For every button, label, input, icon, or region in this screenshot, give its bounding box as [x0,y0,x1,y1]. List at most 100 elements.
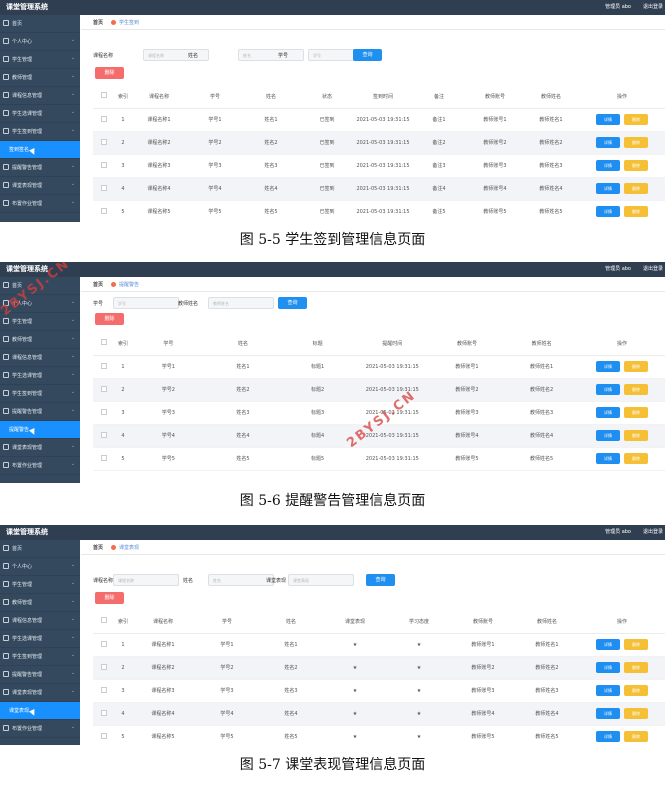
row-checkbox-cell[interactable] [93,200,115,222]
table-row[interactable]: 5 课程名称5 学号5 姓名5 ★ ★ 教师账号5 教师姓名5 详情 删除 [93,725,665,745]
tab-current[interactable]: 课堂表现 [105,544,139,551]
detail-button[interactable]: 详情 [596,453,620,464]
row-delete-button[interactable]: 删除 [624,407,648,418]
sidebar-item[interactable]: 学生管理 ⌄ [0,576,80,594]
row-checkbox-cell[interactable] [93,447,115,471]
table-row[interactable]: 2 课程名称2 学号2 姓名2 已签到 2021-05-03 19:31:15 备注2 教师账… [93,131,665,155]
filter-input[interactable]: 教师姓名 [208,297,274,309]
column-header[interactable]: 备注 [411,85,467,109]
sidebar-item[interactable]: 课程信息管理 ⌄ [0,349,80,367]
search-button[interactable]: 查询 [278,297,307,309]
column-header[interactable]: 标题 [280,332,355,356]
column-header[interactable]: 学习态度 [387,610,451,634]
batch-delete-button[interactable]: 删除 [95,592,124,604]
table-row[interactable]: 3 课程名称3 学号3 姓名3 ★ ★ 教师账号3 教师姓名3 详情 删除 [93,679,665,703]
row-checkbox-cell[interactable] [93,177,115,201]
sidebar-item[interactable]: 课程信息管理 ⌄ [0,87,80,105]
detail-button[interactable]: 详情 [596,361,620,372]
detail-button[interactable]: 详情 [596,160,620,171]
row-delete-button[interactable]: 删除 [624,206,648,217]
admin-label[interactable]: 管理员 abo [605,265,631,272]
column-header[interactable]: 教师账号 [451,610,515,634]
sidebar-item[interactable]: 课堂表现管理 ⌄ [0,177,80,195]
row-checkbox-cell[interactable] [93,131,115,155]
row-checkbox-cell[interactable] [93,108,115,132]
row-delete-button[interactable]: 删除 [624,430,648,441]
checkbox[interactable] [101,732,107,739]
logout-link[interactable]: 退出登录 [643,528,663,535]
row-checkbox-cell[interactable] [93,725,115,745]
column-header[interactable]: 姓名 [243,85,299,109]
row-delete-button[interactable]: 删除 [624,384,648,395]
batch-delete-button[interactable]: 删除 [95,67,124,79]
row-delete-button[interactable]: 删除 [624,685,648,696]
header-checkbox[interactable] [93,610,115,634]
sidebar-item[interactable]: 学生管理 ⌄ [0,313,80,331]
column-header[interactable]: 教师姓名 [515,610,579,634]
checkbox[interactable] [101,184,107,191]
table-row[interactable]: 3 课程名称3 学号3 姓名3 已签到 2021-05-03 19:31:15 备注3 教师账… [93,154,665,178]
sidebar-item-home[interactable]: 首页 [0,15,80,33]
filter-input[interactable]: 学号 [113,297,179,309]
sidebar-item[interactable]: 学生签到管理 ⌄ [0,648,80,666]
sidebar-item[interactable]: 课程信息管理 ⌄ [0,612,80,630]
checkbox[interactable] [101,431,107,438]
checkbox[interactable] [101,663,107,670]
row-checkbox-cell[interactable] [93,424,115,448]
detail-button[interactable]: 详情 [596,430,620,441]
filter-input[interactable]: 姓名 [238,49,304,61]
checkbox[interactable] [101,617,107,624]
checkbox[interactable] [101,640,107,647]
sidebar-item[interactable]: 布置作业管理 ⌄ [0,720,80,738]
column-header[interactable]: 姓名 [259,610,323,634]
search-button[interactable]: 查询 [353,49,382,61]
row-checkbox-cell[interactable] [93,679,115,703]
detail-button[interactable]: 详情 [596,384,620,395]
table-row[interactable]: 5 课程名称5 学号5 姓名5 已签到 2021-05-03 19:31:15 备注5 教师账… [93,200,665,222]
column-header[interactable]: 教师账号 [467,85,523,109]
logout-link[interactable]: 退出登录 [643,3,663,10]
sidebar-item[interactable]: 学生选课管理 ⌄ [0,105,80,123]
checkbox[interactable] [101,161,107,168]
table-row[interactable]: 2 学号2 姓名2 标题2 2021-05-03 19:31:15 教师账号2 教师姓名2 详… [93,378,665,402]
column-header[interactable]: 教师姓名 [504,332,579,356]
sidebar-subitem-active[interactable]: 课堂表现 [0,702,80,720]
sidebar-item[interactable]: 布置作业管理 ⌄ [0,195,80,213]
table-row[interactable]: 2 课程名称2 学号2 姓名2 ★ ★ 教师账号2 教师姓名2 详情 删除 [93,656,665,680]
column-header[interactable]: 签到时间 [355,85,411,109]
detail-button[interactable]: 详情 [596,708,620,719]
sidebar-subitem-active[interactable]: 提醒警告 [0,421,80,439]
column-header[interactable]: 状态 [299,85,355,109]
detail-button[interactable]: 详情 [596,407,620,418]
sidebar-item[interactable]: 学生管理 ⌄ [0,51,80,69]
detail-button[interactable]: 详情 [596,685,620,696]
tab-home[interactable]: 首页 [93,19,103,26]
checkbox[interactable] [101,454,107,461]
sidebar-item[interactable]: 提醒警告管理 ⌄ [0,403,80,421]
sidebar-item[interactable]: 教师管理 ⌄ [0,594,80,612]
batch-delete-button[interactable]: 删除 [95,313,124,325]
sidebar-item[interactable]: 课堂表现管理 ⌄ [0,684,80,702]
row-checkbox-cell[interactable] [93,656,115,680]
header-checkbox[interactable] [93,85,115,109]
checkbox[interactable] [101,92,107,99]
filter-input[interactable]: 课堂表现 [288,574,354,586]
sidebar-item[interactable]: 课堂表现管理 ⌄ [0,439,80,457]
row-checkbox-cell[interactable] [93,401,115,425]
search-button[interactable]: 查询 [366,574,395,586]
sidebar-item[interactable]: 学生签到管理 ⌄ [0,385,80,403]
column-header[interactable]: 学号 [131,332,206,356]
sidebar-item[interactable]: 学生签到管理 ⌄ [0,123,80,141]
detail-button[interactable]: 详情 [596,137,620,148]
row-checkbox-cell[interactable] [93,355,115,379]
sidebar-item[interactable]: 布置作业管理 ⌄ [0,457,80,475]
filter-input[interactable]: 课程名称 [113,574,179,586]
detail-button[interactable]: 详情 [596,731,620,742]
detail-button[interactable]: 详情 [596,206,620,217]
filter-input[interactable]: 姓名 [208,574,274,586]
filter-input[interactable]: 课程名称 [143,49,209,61]
table-row[interactable]: 1 课程名称1 学号1 姓名1 已签到 2021-05-03 19:31:15 备注1 教师账… [93,108,665,132]
header-checkbox[interactable] [93,332,115,356]
table-row[interactable]: 4 课程名称4 学号4 姓名4 ★ ★ 教师账号4 教师姓名4 详情 删除 [93,702,665,726]
row-checkbox-cell[interactable] [93,702,115,726]
